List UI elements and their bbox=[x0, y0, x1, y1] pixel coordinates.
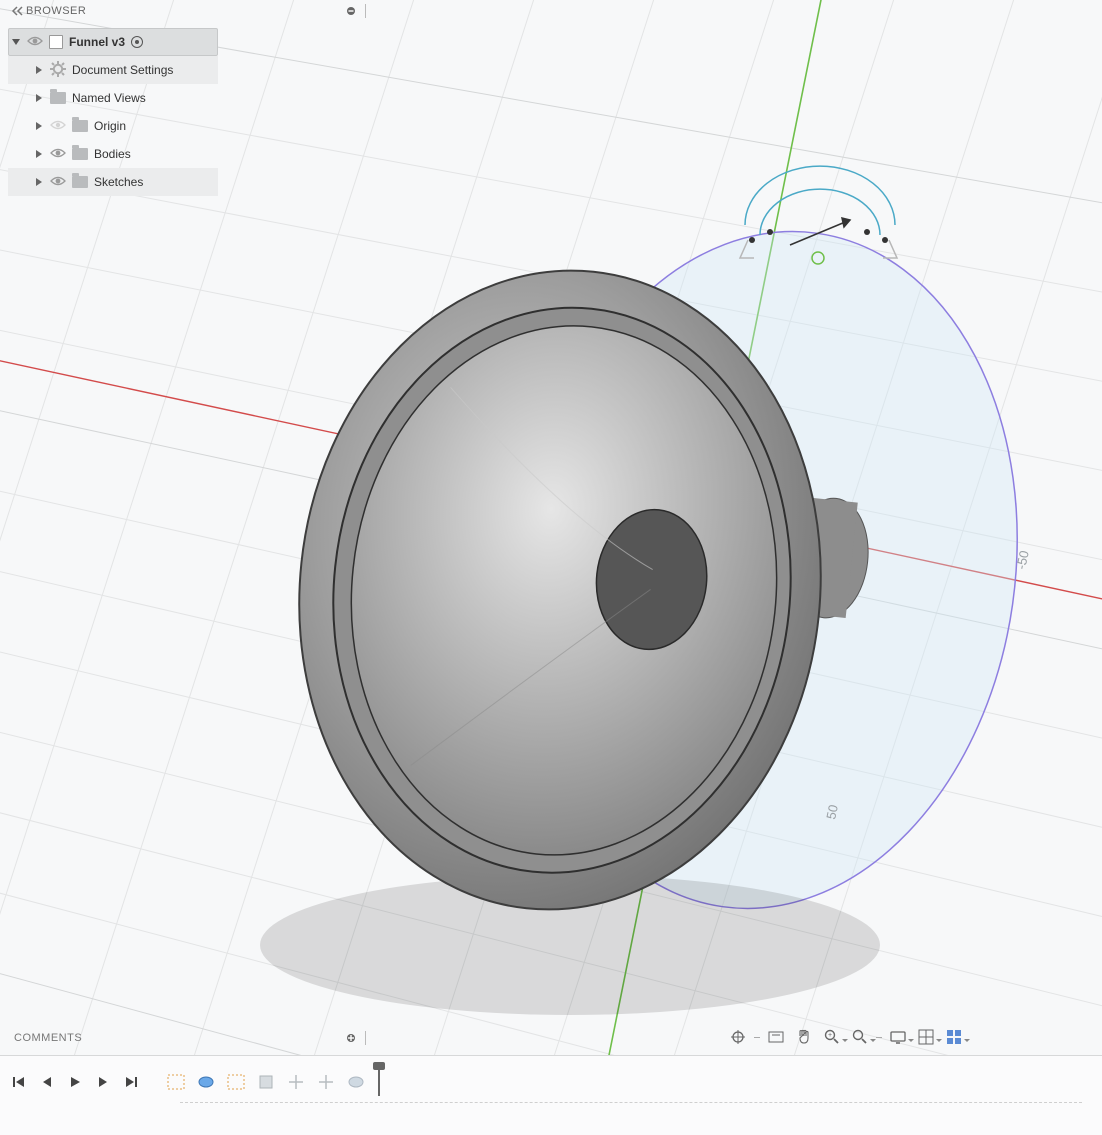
browser-title: BROWSER bbox=[26, 5, 343, 17]
browser-panel-header[interactable]: BROWSER bbox=[8, 0, 370, 22]
display-settings-icon[interactable] bbox=[886, 1026, 910, 1048]
visibility-icon[interactable] bbox=[50, 175, 66, 190]
navigation-toolbar: + bbox=[722, 1023, 970, 1051]
browser-panel: BROWSER Funnel v3 Document Settings bbox=[8, 0, 370, 196]
timeline-track bbox=[180, 1102, 1082, 1103]
comments-title: COMMENTS bbox=[14, 1032, 343, 1044]
timeline-next-button[interactable] bbox=[94, 1073, 112, 1091]
zoom-window-tool-icon[interactable] bbox=[848, 1026, 872, 1048]
comments-panel-header[interactable]: COMMENTS bbox=[8, 1027, 370, 1049]
grid-settings-icon[interactable] bbox=[914, 1026, 938, 1048]
document-icon bbox=[49, 35, 63, 49]
history-sketch-icon[interactable] bbox=[164, 1071, 188, 1093]
divider bbox=[365, 4, 366, 18]
gear-icon bbox=[50, 61, 66, 80]
tree-item-bodies[interactable]: Bodies bbox=[8, 140, 370, 168]
timeline-prev-button[interactable] bbox=[38, 1073, 56, 1091]
timeline-first-button[interactable] bbox=[10, 1073, 28, 1091]
tree-item-label: Bodies bbox=[94, 147, 131, 161]
folder-icon bbox=[72, 120, 88, 132]
caret-right-icon[interactable] bbox=[34, 149, 44, 159]
timeline-play-button[interactable] bbox=[66, 1073, 84, 1091]
lookat-tool-icon[interactable] bbox=[764, 1026, 788, 1048]
collapse-left-icon[interactable] bbox=[10, 3, 26, 19]
folder-icon bbox=[72, 148, 88, 160]
visibility-icon[interactable] bbox=[27, 35, 43, 50]
browser-tree: Funnel v3 Document Settings Named Views … bbox=[8, 28, 370, 196]
history-move-icon[interactable] bbox=[314, 1071, 338, 1093]
axis-tick-pos: 50 bbox=[823, 803, 841, 820]
history-sketch-icon[interactable] bbox=[224, 1071, 248, 1093]
timeline-history bbox=[164, 1068, 380, 1096]
tree-item-document-settings[interactable]: Document Settings bbox=[8, 56, 218, 84]
active-component-icon[interactable] bbox=[131, 36, 143, 48]
separator bbox=[876, 1037, 882, 1038]
caret-right-icon[interactable] bbox=[34, 121, 44, 131]
viewports-icon[interactable] bbox=[942, 1026, 966, 1048]
tree-item-label: Sketches bbox=[94, 175, 143, 189]
tree-item-named-views[interactable]: Named Views bbox=[8, 84, 370, 112]
tree-item-sketches[interactable]: Sketches bbox=[8, 168, 218, 196]
pan-tool-icon[interactable] bbox=[792, 1026, 816, 1048]
timeline-playback-controls bbox=[10, 1073, 140, 1091]
history-move-icon[interactable] bbox=[284, 1071, 308, 1093]
tree-root[interactable]: Funnel v3 bbox=[8, 28, 218, 56]
history-move-icon[interactable] bbox=[344, 1071, 368, 1093]
caret-down-icon[interactable] bbox=[11, 37, 21, 47]
add-icon[interactable] bbox=[343, 1030, 359, 1046]
timeline-last-button[interactable] bbox=[122, 1073, 140, 1091]
separator bbox=[754, 1037, 760, 1038]
folder-icon bbox=[72, 176, 88, 188]
visibility-off-icon[interactable] bbox=[50, 119, 66, 134]
zoom-tool-icon[interactable]: + bbox=[820, 1026, 844, 1048]
svg-text:+: + bbox=[828, 1032, 832, 1039]
caret-right-icon[interactable] bbox=[34, 177, 44, 187]
tree-root-label: Funnel v3 bbox=[69, 35, 125, 49]
timeline-playhead[interactable] bbox=[378, 1068, 380, 1096]
tree-item-origin[interactable]: Origin bbox=[8, 112, 370, 140]
timeline-panel bbox=[0, 1055, 1102, 1135]
tree-item-label: Named Views bbox=[72, 91, 146, 105]
caret-right-icon[interactable] bbox=[34, 65, 44, 75]
divider bbox=[365, 1031, 366, 1045]
visibility-icon[interactable] bbox=[50, 147, 66, 162]
tree-item-label: Origin bbox=[94, 119, 126, 133]
folder-icon bbox=[50, 92, 66, 104]
caret-right-icon[interactable] bbox=[34, 93, 44, 103]
minimize-icon[interactable] bbox=[343, 3, 359, 19]
orbit-tool-icon[interactable] bbox=[726, 1026, 750, 1048]
axis-tick-neg: -50 bbox=[1013, 549, 1032, 571]
tree-item-label: Document Settings bbox=[72, 63, 173, 77]
history-body-icon[interactable] bbox=[254, 1071, 278, 1093]
history-revolve-icon[interactable] bbox=[194, 1071, 218, 1093]
